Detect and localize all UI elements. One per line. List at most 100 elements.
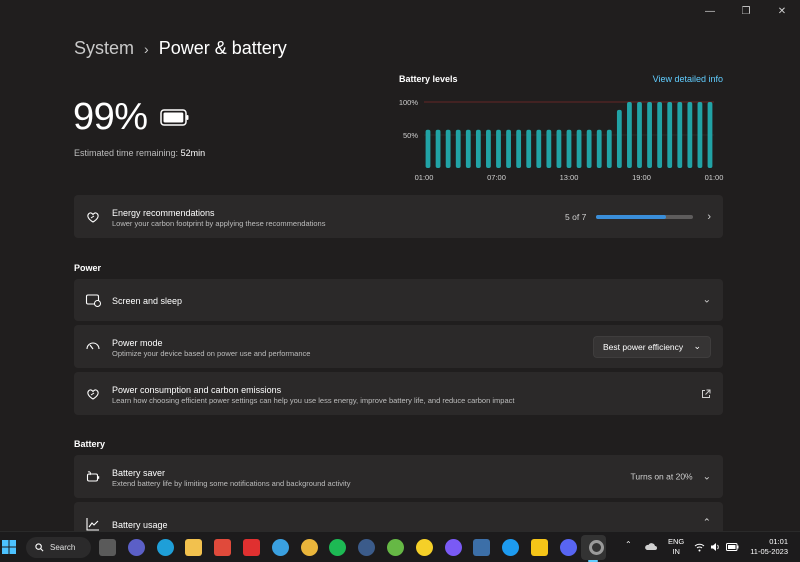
minimize-button[interactable]: —: [692, 0, 728, 22]
estimate-label: Estimated time remaining:: [74, 148, 179, 158]
leaf-heart-icon: [87, 388, 99, 400]
breadcrumb-separator: ›: [144, 40, 149, 57]
taskbar-clock[interactable]: 01:01 11-05-2023: [750, 537, 788, 557]
help-icon[interactable]: [271, 539, 289, 556]
taskbar-search-label: Search: [50, 543, 76, 552]
chart-bar: [657, 102, 663, 168]
discord-icon[interactable]: [559, 539, 577, 556]
x-tick-label: 19:00: [632, 173, 651, 182]
clock-time: 01:01: [769, 537, 788, 546]
search-icon: [35, 543, 44, 552]
battery-usage-card[interactable]: Battery usage ⌃: [74, 502, 723, 531]
chart-bar: [627, 102, 632, 168]
x-tick-label: 01:00: [415, 173, 434, 182]
chart-bar: [566, 129, 572, 168]
chart-bar: [616, 109, 622, 168]
taskbar-search[interactable]: Search: [26, 537, 91, 558]
x-tick-label: 13:00: [560, 173, 579, 182]
energy-title: Energy recommendations: [112, 208, 215, 218]
power-consumption-title: Power consumption and carbon emissions: [112, 385, 282, 395]
energy-progress-fill: [596, 214, 666, 219]
breadcrumb-system[interactable]: System: [74, 38, 134, 59]
volume-icon[interactable]: [710, 542, 721, 552]
leaf-heart-icon: [87, 211, 99, 223]
chart-bar: [647, 102, 652, 168]
chrome-icon[interactable]: [300, 539, 318, 556]
chart-bar: [455, 129, 461, 168]
chevron-up-icon[interactable]: ⌃: [625, 540, 632, 549]
language-indicator[interactable]: ENG IN: [668, 537, 684, 557]
estimated-time: Estimated time remaining: 52min: [74, 148, 205, 158]
chevron-down-icon: ⌄: [702, 294, 711, 306]
wifi-icon[interactable]: [694, 542, 705, 552]
battery-saver-card[interactable]: Battery saver Extend battery life by lim…: [74, 455, 723, 498]
y-tick-label: 50%: [403, 131, 418, 140]
clock-date: 11-05-2023: [750, 547, 788, 556]
settings-icon[interactable]: [588, 540, 604, 555]
taskbar: Search ⌃ ENG IN 01:01 11-05-2023: [0, 531, 800, 562]
external-link[interactable]: [701, 389, 711, 399]
torrent-icon[interactable]: [387, 539, 404, 556]
power-mode-control: Best power efficiency ⌄: [593, 335, 711, 358]
screen-sleep-expand[interactable]: ⌄: [703, 295, 711, 306]
energy-subtitle: Lower your carbon footprint by applying …: [112, 219, 326, 228]
meet-icon[interactable]: [127, 539, 145, 556]
battery-saver-status: Turns on at 20% ⌄: [631, 471, 711, 482]
battery-usage-collapse[interactable]: ⌃: [703, 518, 711, 529]
battery-levels-chart: 100% 50% 01:00 07:00 13:00 19:00 01:00: [399, 98, 724, 182]
vpn-icon[interactable]: [444, 539, 462, 556]
battery-percentage: 99%: [73, 96, 148, 138]
notes-icon[interactable]: [473, 539, 491, 556]
screen-sleep-card[interactable]: Screen and sleep ⌄: [74, 279, 723, 321]
chevron-down-icon[interactable]: ⌄: [703, 471, 711, 482]
chart-bar: [486, 129, 491, 168]
chart-bar: [536, 129, 542, 168]
onedrive-icon[interactable]: [644, 542, 657, 551]
chart-bar: [576, 129, 582, 168]
chart-bar: [475, 129, 481, 168]
edge-icon[interactable]: [156, 539, 174, 556]
battery-saver-subtitle: Extend battery life by limiting some not…: [112, 479, 351, 488]
language-region: IN: [672, 547, 680, 556]
power-mode-icon: [86, 341, 100, 349]
chart-bar: [506, 129, 511, 168]
chart-bar: [697, 102, 703, 168]
view-detailed-info-link[interactable]: View detailed info: [653, 74, 723, 84]
power-mode-selected: Best power efficiency: [603, 341, 684, 352]
chart-bar: [637, 102, 642, 168]
chart-bar: [546, 129, 552, 168]
battery-saver-icon: [86, 470, 100, 482]
energy-recommendations-card[interactable]: Energy recommendations Lower your carbon…: [74, 195, 723, 238]
chart-bar: [586, 129, 592, 168]
chevron-right-icon: ›: [707, 210, 711, 223]
chart-bar: [425, 129, 431, 168]
y-tick-label: 100%: [399, 98, 419, 107]
battery-usage-title: Battery usage: [112, 520, 168, 530]
estimate-value: 52min: [180, 148, 206, 158]
chart-bar: [435, 129, 441, 168]
battery-saver-status-text: Turns on at 20%: [630, 471, 693, 482]
chart-bar: [496, 129, 501, 168]
chart-bar: [445, 129, 451, 168]
close-button[interactable]: ✕: [764, 0, 800, 22]
power-consumption-card[interactable]: Power consumption and carbon emissions L…: [74, 372, 723, 415]
chevron-down-icon: ⌄: [693, 341, 701, 351]
diamond-app-icon[interactable]: [243, 539, 260, 556]
chevron-up-icon: ⌃: [702, 517, 711, 529]
battery-tray-icon[interactable]: [726, 543, 739, 551]
twitter-icon[interactable]: [502, 539, 520, 556]
maximize-button[interactable]: ❐: [728, 0, 764, 22]
norton-icon[interactable]: [415, 539, 433, 556]
folder-icon[interactable]: [185, 539, 203, 556]
chart-line-icon: [86, 518, 99, 531]
external-link-icon: [702, 389, 711, 398]
sticky-notes-icon[interactable]: [531, 539, 548, 556]
steam-icon[interactable]: [358, 539, 376, 556]
file-explorer-icon[interactable]: [99, 539, 116, 556]
store-icon[interactable]: [214, 539, 232, 556]
windows-start-icon[interactable]: [2, 540, 16, 554]
power-mode-dropdown[interactable]: Best power efficiency ⌄: [593, 335, 711, 358]
spotify-icon[interactable]: [329, 539, 347, 556]
chart-bar: [465, 129, 471, 168]
x-tick-label: 07:00: [487, 173, 506, 182]
